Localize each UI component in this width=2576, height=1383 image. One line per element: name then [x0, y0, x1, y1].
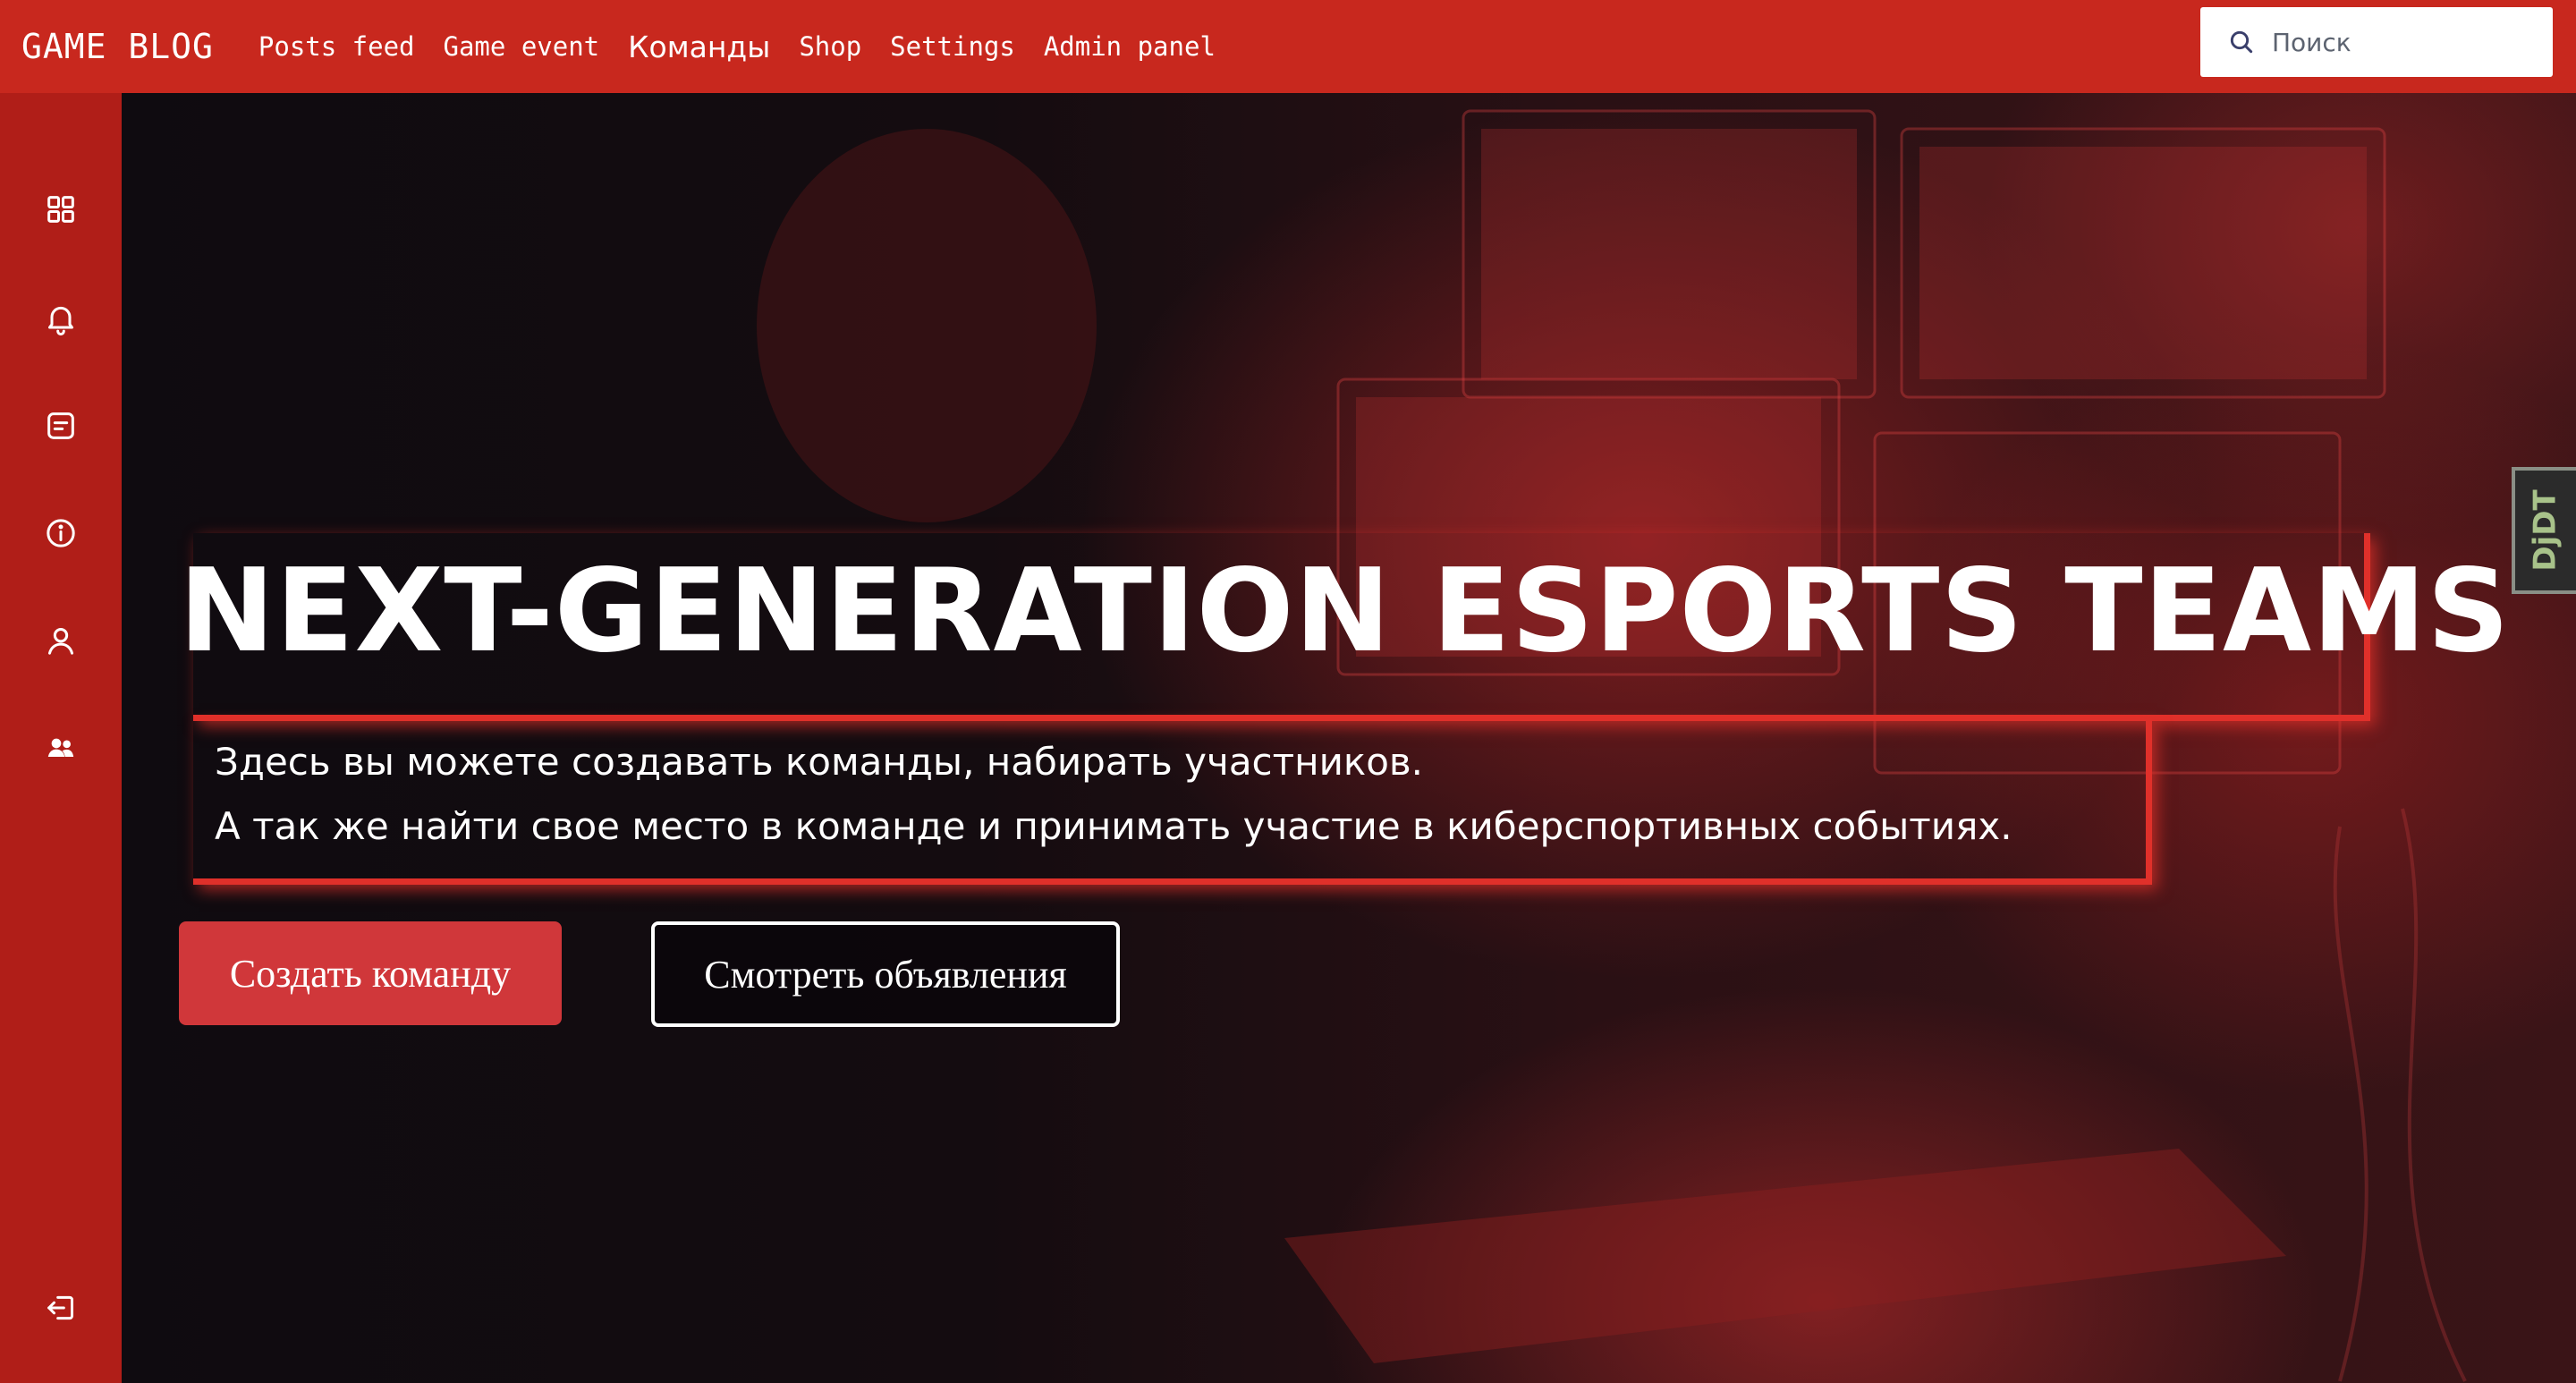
django-debug-toolbar-handle[interactable]: DjDT [2512, 467, 2576, 594]
sidebar-item-teams[interactable] [38, 725, 84, 771]
info-icon [47, 519, 75, 547]
brand-logo[interactable]: GAME BLOG [21, 27, 214, 66]
sidebar-item-profile[interactable] [38, 617, 84, 664]
bell-icon [48, 306, 73, 335]
nav-shop[interactable]: Shop [799, 31, 861, 62]
sidebar-item-dashboard[interactable] [38, 186, 84, 233]
hero-section: NEXT-GENERATION ESPORTS TEAMS Здесь вы м… [122, 93, 2576, 1383]
user-icon [48, 628, 73, 655]
hero-title: NEXT-GENERATION ESPORTS TEAMS [179, 545, 2511, 678]
sidebar-item-info[interactable] [38, 510, 84, 556]
sidebar-item-posts[interactable] [38, 403, 84, 449]
search-icon [2230, 30, 2253, 54]
note-icon [47, 412, 74, 439]
nav-posts-feed[interactable]: Posts feed [258, 31, 415, 62]
top-navbar: GAME BLOG Posts feed Game event Команды … [0, 0, 2576, 93]
logout-icon [47, 1295, 73, 1320]
main-nav: Posts feed Game event Команды Shop Setti… [258, 30, 1216, 64]
create-team-button[interactable]: Создать команду [179, 921, 562, 1025]
users-group-icon [47, 738, 74, 757]
hero-subtitle-line-1: Здесь вы можете создавать команды, набир… [215, 740, 1424, 784]
sidebar-item-logout[interactable] [38, 1285, 84, 1331]
nav-game-event[interactable]: Game event [444, 31, 600, 62]
sidebar-item-notifications[interactable] [38, 295, 84, 342]
view-listings-button[interactable]: Смотреть объявления [651, 921, 1120, 1027]
nav-teams[interactable]: Команды [628, 30, 770, 64]
hero-subtitle-line-2: А так же найти свое место в команде и пр… [215, 804, 2012, 848]
nav-admin-panel[interactable]: Admin panel [1044, 31, 1216, 62]
nav-settings[interactable]: Settings [890, 31, 1015, 62]
djdt-label: DjDT [2528, 489, 2564, 572]
hero-subtitle: Здесь вы можете создавать команды, набир… [215, 730, 2012, 859]
dashboard-grid-icon [47, 196, 74, 223]
sidebar [0, 93, 122, 1383]
search-box[interactable] [2200, 7, 2553, 77]
search-input[interactable] [2272, 27, 2540, 57]
